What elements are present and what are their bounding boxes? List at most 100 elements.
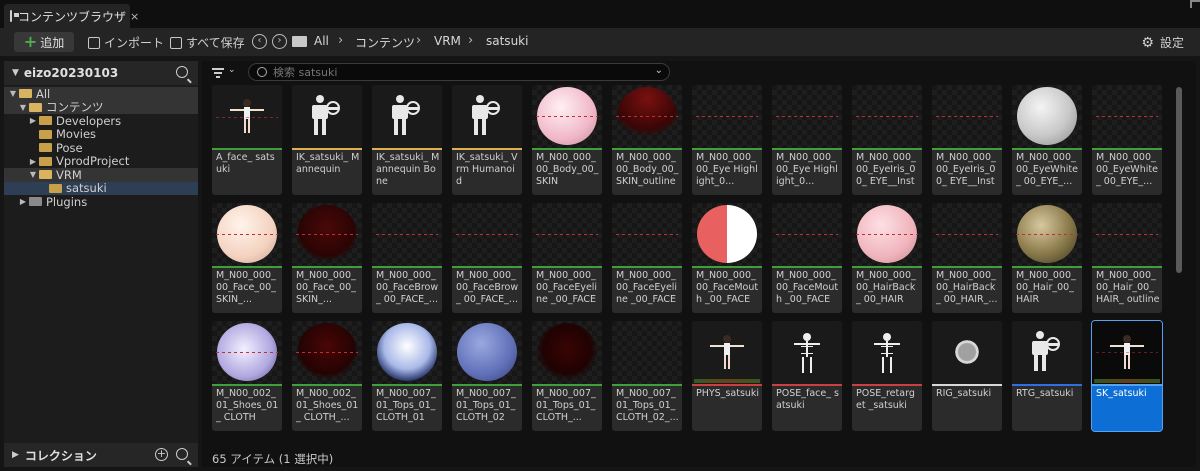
asset-type-bar: [772, 148, 842, 150]
expand-triangle-icon[interactable]: ▶: [12, 450, 19, 460]
asset-tile[interactable]: POSE_face_ satsuki: [772, 321, 842, 431]
asset-thumbnail: [292, 321, 362, 384]
tree-item-content[interactable]: ▼ コンテンツ: [4, 100, 198, 114]
asset-tile[interactable]: M_N00_000_ 00_Eye Highlight_0...: [772, 85, 842, 195]
asset-tile[interactable]: M_N00_000_ 00_Body_00_ SKIN: [532, 85, 602, 195]
folder-icon[interactable]: [292, 36, 307, 47]
breadcrumb-satsuki[interactable]: satsuki: [486, 34, 528, 48]
asset-thumbnail: [1012, 321, 1082, 384]
asset-tile[interactable]: M_N00_000_ 00_Hair_00_HAIR_ outline: [1092, 203, 1162, 313]
project-header[interactable]: ▼ eizo20230103: [4, 61, 198, 85]
close-icon[interactable]: ×: [130, 10, 139, 23]
asset-tile[interactable]: M_N00_000_ 00_FaceMouth _00_FACE_...: [772, 203, 842, 313]
asset-thumbnail: [852, 85, 922, 148]
asset-name: M_N00_000_ 00_Body_00_ SKIN_outline: [616, 152, 679, 187]
asset-name: POSE_retarget _satsuki: [856, 388, 915, 411]
asset-tile[interactable]: M_N00_007_ 01_Tops_01_ CLOTH_01: [372, 321, 442, 431]
asset-tile[interactable]: M_N00_000_ 00_FaceEyeline _00_FACE_...: [532, 203, 602, 313]
asset-tile[interactable]: M_N00_000_ 00_FaceEyeline _00_FACE_...: [612, 203, 682, 313]
asset-tile[interactable]: M_N00_000_ 00_Body_00_ SKIN_outline: [612, 85, 682, 195]
asset-tile[interactable]: M_N00_000_ 00_Eye Highlight_0...: [692, 85, 762, 195]
asset-tile[interactable]: M_N00_000_ 00_FaceMouth _00_FACE_...: [692, 203, 762, 313]
import-label: インポート: [104, 36, 165, 50]
breadcrumb-all[interactable]: All: [314, 34, 329, 48]
asset-tile[interactable]: M_N00_000_ 00_EyeWhite_ 00_EYE_...: [1092, 85, 1162, 195]
character-icon: [710, 335, 744, 371]
asset-tile[interactable]: IK_satsuki_ Mannequin Bone: [372, 85, 442, 195]
asset-type-bar: [852, 266, 922, 268]
tree-item-label: Movies: [56, 127, 97, 142]
expand-arrow-icon[interactable]: ▶: [18, 197, 28, 206]
tree-item-pose[interactable]: Pose: [4, 141, 198, 155]
tree-item-vrm[interactable]: ▼ VRM: [4, 168, 198, 182]
search-box[interactable]: ⌄: [248, 63, 670, 81]
expand-arrow-icon[interactable]: ▼: [28, 170, 38, 179]
asset-tile[interactable]: M_N00_007_ 01_Tops_01_ CLOTH_02_...: [612, 321, 682, 431]
chevron-right-icon[interactable]: ›: [416, 33, 421, 48]
save-all-button[interactable]: すべて保存: [170, 34, 245, 51]
asset-tile[interactable]: M_N00_000_ 00_HairBack_ 00_HAIR: [852, 203, 922, 313]
material-sphere: [377, 323, 437, 381]
asset-tile[interactable]: RIG_satsuki: [932, 321, 1002, 431]
search-icon[interactable]: [176, 66, 188, 78]
tree-item-plugins[interactable]: ▶ Plugins: [4, 195, 198, 209]
expand-arrow-icon[interactable]: ▶: [28, 157, 38, 166]
tree-item-movies[interactable]: Movies: [4, 127, 198, 142]
asset-type-bar: [612, 266, 682, 268]
asset-tile-selected[interactable]: SK_satsuki: [1091, 320, 1163, 432]
import-icon: [88, 36, 100, 49]
chevron-right-icon[interactable]: ›: [338, 33, 343, 48]
asset-type-bar: [292, 148, 362, 150]
forward-icon[interactable]: ›: [272, 34, 287, 49]
breadcrumb-vrm[interactable]: VRM: [434, 34, 461, 48]
asset-name: M_N00_000_ 00_Eye Highlight_0...: [776, 152, 838, 187]
collapse-triangle-icon[interactable]: ▼: [12, 68, 19, 78]
expand-arrow-icon[interactable]: ▼: [18, 103, 28, 112]
window-corner-icon: [1190, 0, 1200, 8]
asset-tile[interactable]: M_N00_000_ 00_Hair_00_HAIR: [1012, 203, 1082, 313]
settings-button[interactable]: ⚙ 設定: [1141, 34, 1184, 51]
asset-tile[interactable]: M_N00_000_ 00_HairBack_ 00_HAIR_...: [932, 203, 1002, 313]
asset-tile[interactable]: IK_satsuki_ Vrm Humanoid: [452, 85, 522, 195]
collections-header[interactable]: ▶ コレクション +: [4, 443, 198, 467]
tab-content-browser[interactable]: コンテンツブラウザ ×: [4, 4, 139, 28]
asset-tile[interactable]: M_N00_000_ 00_EyeIris_00_ EYE__Insta...: [932, 85, 1002, 195]
asset-tile[interactable]: M_N00_000_ 00_Face_00_ SKIN_...: [292, 203, 362, 313]
asset-tile[interactable]: M_N00_000_ 00_Face_00_ SKIN_...: [212, 203, 282, 313]
asset-tile[interactable]: POSE_retarget _satsuki: [852, 321, 922, 431]
chevron-right-icon[interactable]: ›: [468, 33, 473, 48]
asset-tile[interactable]: IK_satsuki_ Mannequin: [292, 85, 362, 195]
asset-thumbnail: [532, 321, 602, 384]
back-icon[interactable]: ‹: [252, 34, 267, 49]
add-button[interactable]: + 追加: [14, 32, 74, 52]
asset-tile[interactable]: M_N00_007_ 01_Tops_01_ CLOTH_...: [532, 321, 602, 431]
filter-button[interactable]: ⌄: [212, 65, 240, 81]
import-button[interactable]: インポート: [88, 34, 164, 51]
tree-item-vprodproject[interactable]: ▶ VprodProject: [4, 154, 198, 168]
asset-tile[interactable]: M_N00_000_ 00_FaceBrow_ 00_FACE_...: [452, 203, 522, 313]
tree-item-satsuki[interactable]: satsuki: [4, 181, 198, 195]
expand-arrow-icon[interactable]: ▶: [28, 116, 38, 125]
asset-tile[interactable]: A_face_ satsuki: [212, 85, 282, 195]
asset-tile[interactable]: M_N00_000_ 00_EyeIris_00_ EYE__Insta...: [852, 85, 922, 195]
asset-thumbnail: [612, 321, 682, 384]
tree-item-developers[interactable]: ▶ Developers: [4, 114, 198, 128]
search-icon[interactable]: [176, 448, 188, 460]
asset-tile[interactable]: M_N00_007_ 01_Tops_01_ CLOTH_02: [452, 321, 522, 431]
asset-name: M_N00_000_ 00_EyeIris_00_ EYE__Insta...: [936, 152, 996, 190]
asset-tile[interactable]: M_N00_002_ 01_Shoes_01_ CLOTH: [212, 321, 282, 431]
search-input[interactable]: [273, 65, 653, 79]
asset-tile[interactable]: RTG_satsuki: [1012, 321, 1082, 431]
asset-tile[interactable]: M_N00_002_ 01_Shoes_01_ CLOTH_...: [292, 321, 362, 431]
add-collection-icon[interactable]: +: [155, 448, 168, 461]
asset-tile[interactable]: M_N00_000_ 00_FaceBrow_ 00_FACE_...: [372, 203, 442, 313]
asset-thumbnail: [212, 203, 282, 266]
vertical-scrollbar[interactable]: [1176, 87, 1182, 273]
asset-tile[interactable]: PHYS_satsuki: [692, 321, 762, 431]
asset-tile[interactable]: M_N00_000_ 00_EyeWhite_ 00_EYE_...: [1012, 85, 1082, 195]
chevron-down-icon[interactable]: ⌄: [655, 65, 663, 76]
expand-arrow-icon[interactable]: ▼: [8, 89, 18, 98]
breadcrumb-content[interactable]: コンテンツ: [355, 34, 415, 51]
asset-thumbnail: [532, 203, 602, 266]
asset-type-bar: [772, 384, 842, 386]
